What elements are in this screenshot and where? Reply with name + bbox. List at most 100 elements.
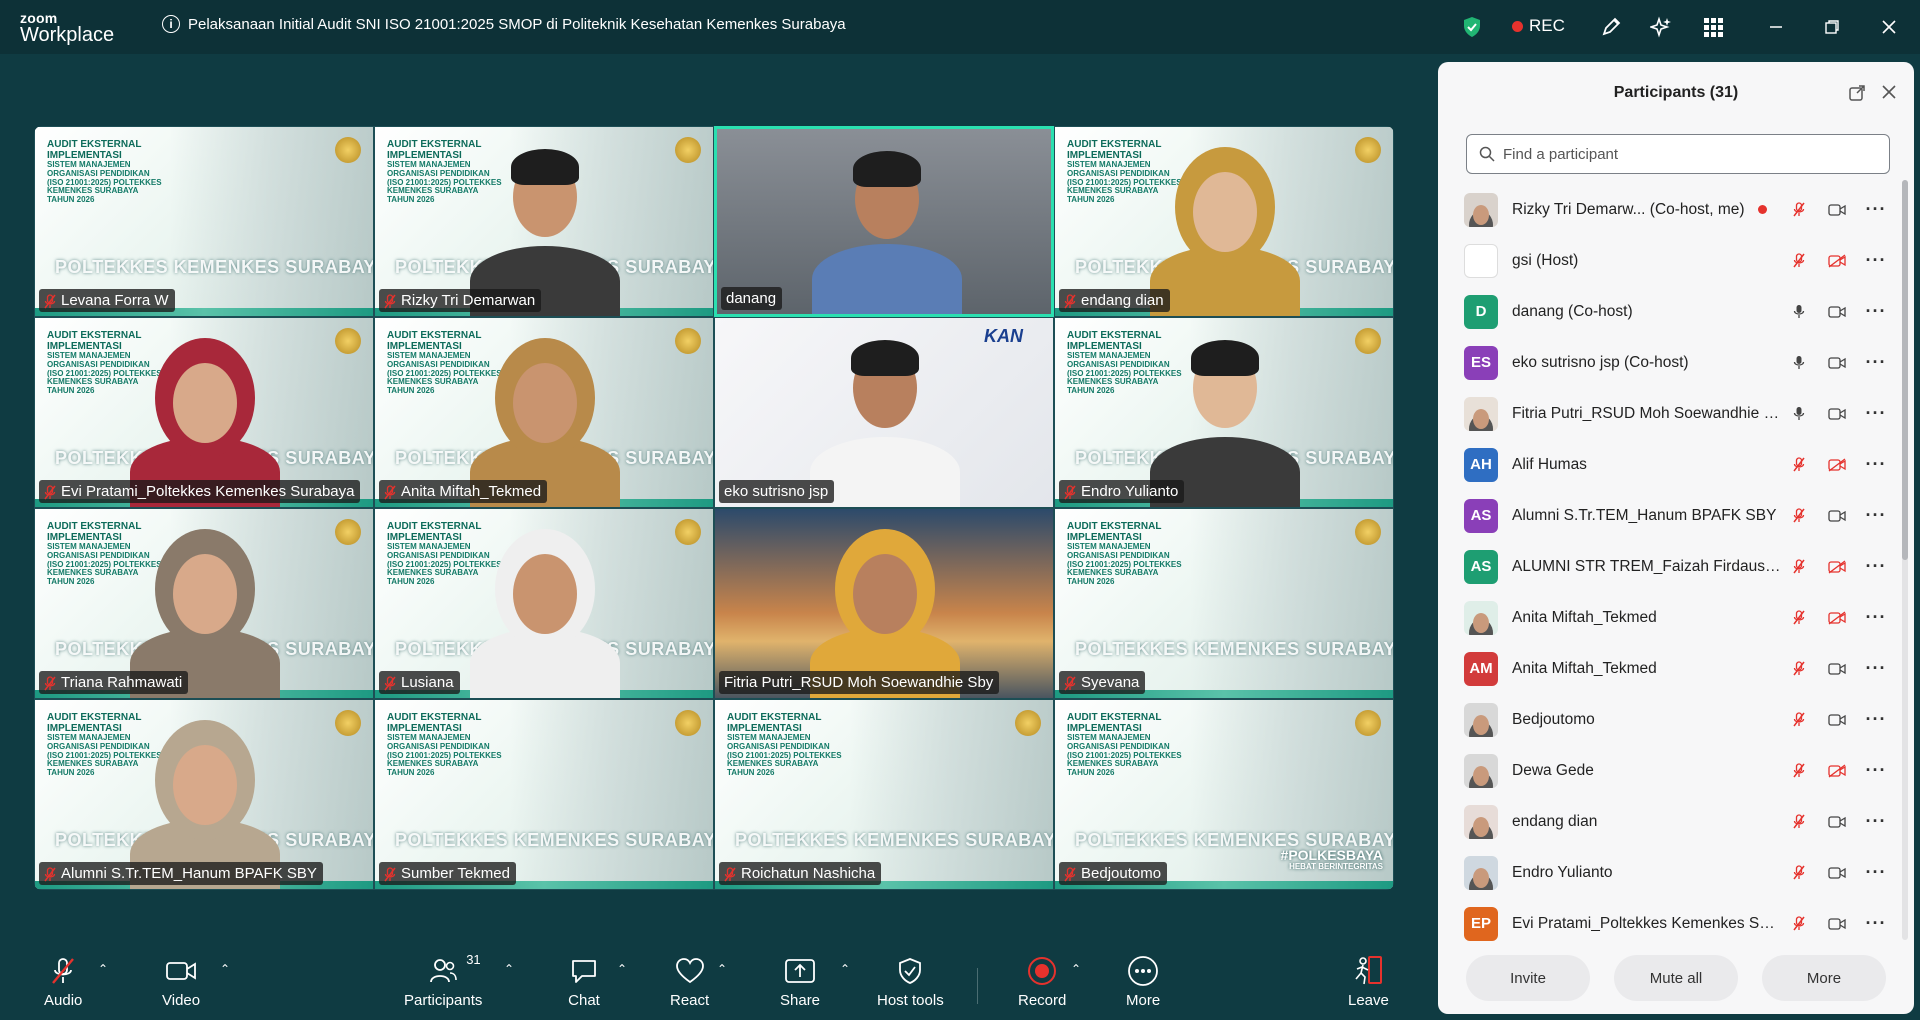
encryption-shield-icon[interactable] [1462, 16, 1482, 38]
more-dots-icon[interactable]: ··· [1866, 199, 1886, 220]
apps-grid-icon[interactable] [1700, 14, 1726, 40]
more-dots-icon[interactable]: ··· [1866, 403, 1886, 424]
participant-list-scrollbar[interactable] [1902, 180, 1908, 940]
mic-muted-icon[interactable] [1790, 608, 1808, 628]
camera-icon[interactable] [1826, 353, 1848, 373]
restore-icon[interactable] [1819, 14, 1845, 40]
mic-icon[interactable] [1790, 353, 1808, 373]
camera-icon[interactable] [1826, 812, 1848, 832]
more-dots-icon[interactable]: ··· [1866, 250, 1886, 271]
video-button[interactable]: Video [162, 956, 200, 1009]
video-tile[interactable]: AUDIT EKSTERNAL IMPLEMENTASI SISTEM MANAJE… [714, 699, 1054, 890]
camera-icon[interactable] [1826, 863, 1848, 883]
mic-muted-icon[interactable] [1790, 863, 1808, 883]
video-tile[interactable]: AUDIT EKSTERNAL IMPLEMENTASI SISTEM MANAJE… [34, 126, 374, 317]
mic-muted-icon[interactable] [1790, 914, 1808, 934]
react-options-chevron-icon[interactable]: ⌃ [717, 962, 727, 976]
participant-row[interactable]: Endro Yulianto ··· [1438, 847, 1898, 898]
camera-off-icon[interactable] [1826, 251, 1848, 271]
camera-off-icon[interactable] [1826, 608, 1848, 628]
close-panel-icon[interactable] [1880, 83, 1898, 101]
more-dots-icon[interactable]: ··· [1866, 454, 1886, 475]
video-tile[interactable]: Fitria Putri_RSUD Moh Soewandhie Sby [714, 508, 1054, 699]
participant-row[interactable]: AS Alumni S.Tr.TEM_Hanum BPAFK SBY ··· [1438, 490, 1898, 541]
participant-row[interactable]: EP Evi Pratami_Poltekkes Kemenkes Sur... ·… [1438, 898, 1898, 949]
chat-button[interactable]: Chat [567, 956, 601, 1009]
share-button[interactable]: Share [780, 956, 820, 1009]
audio-options-chevron-icon[interactable]: ⌃ [98, 962, 108, 976]
camera-off-icon[interactable] [1826, 761, 1848, 781]
participant-row[interactable]: Fitria Putri_RSUD Moh Soewandhie S... ··· [1438, 388, 1898, 439]
record-options-chevron-icon[interactable]: ⌃ [1071, 962, 1081, 976]
video-tile[interactable]: AUDIT EKSTERNAL IMPLEMENTASI SISTEM MANAJE… [1054, 508, 1394, 699]
more-dots-icon[interactable]: ··· [1866, 352, 1886, 373]
more-dots-icon[interactable]: ··· [1866, 505, 1886, 526]
mic-muted-icon[interactable] [1790, 659, 1808, 679]
participant-row[interactable]: ES eko sutrisno jsp (Co-host) ··· [1438, 337, 1898, 388]
mic-muted-icon[interactable] [1790, 761, 1808, 781]
scrollbar-thumb[interactable] [1902, 180, 1908, 560]
video-tile[interactable]: AUDIT EKSTERNAL IMPLEMENTASI SISTEM MANAJE… [34, 508, 374, 699]
participants-button[interactable]: 31 Participants [404, 952, 482, 1009]
info-icon[interactable]: i [162, 15, 180, 33]
participant-row[interactable]: Anita Miftah_Tekmed ··· [1438, 592, 1898, 643]
video-tile[interactable]: AUDIT EKSTERNAL IMPLEMENTASI SISTEM MANAJE… [374, 317, 714, 508]
participant-row[interactable]: AH Alif Humas ··· [1438, 439, 1898, 490]
video-tile[interactable]: AUDIT EKSTERNAL IMPLEMENTASI SISTEM MANAJE… [374, 699, 714, 890]
video-tile[interactable]: AUDIT EKSTERNAL IMPLEMENTASI SISTEM MANAJE… [1054, 699, 1394, 890]
meeting-info[interactable]: i Pelaksanaan Initial Audit SNI ISO 2100… [162, 15, 846, 33]
more-dots-icon[interactable]: ··· [1866, 607, 1886, 628]
close-window-icon[interactable] [1876, 14, 1902, 40]
share-options-chevron-icon[interactable]: ⌃ [840, 962, 850, 976]
participant-row[interactable]: AS ALUMNI STR TREM_Faizah Firdausi ... ··· [1438, 541, 1898, 592]
camera-icon[interactable] [1826, 710, 1848, 730]
mic-muted-icon[interactable] [1790, 251, 1808, 271]
more-dots-icon[interactable]: ··· [1866, 658, 1886, 679]
mic-muted-icon[interactable] [1790, 812, 1808, 832]
mic-icon[interactable] [1790, 302, 1808, 322]
participant-row[interactable]: Ddanang (Co-host) ··· [1438, 286, 1898, 337]
camera-off-icon[interactable] [1826, 455, 1848, 475]
more-dots-icon[interactable]: ··· [1866, 760, 1886, 781]
mic-icon[interactable] [1790, 404, 1808, 424]
more-dots-icon[interactable]: ··· [1866, 862, 1886, 883]
annotate-pen-icon[interactable] [1598, 14, 1624, 40]
video-tile[interactable]: AUDIT EKSTERNAL IMPLEMENTASI SISTEM MANAJE… [374, 126, 714, 317]
react-button[interactable]: React [670, 956, 709, 1009]
video-tile[interactable]: AUDIT EKSTERNAL IMPLEMENTASI SISTEM MANAJE… [1054, 126, 1394, 317]
more-dots-icon[interactable]: ··· [1866, 811, 1886, 832]
video-tile[interactable]: danang [714, 126, 1054, 317]
participant-row[interactable]: Rizky Tri Demarw... (Co-host, me) ··· [1438, 184, 1898, 235]
camera-icon[interactable] [1826, 200, 1848, 220]
audio-button[interactable]: Audio [44, 956, 82, 1009]
invite-button[interactable]: Invite [1466, 955, 1590, 1001]
participants-options-chevron-icon[interactable]: ⌃ [504, 962, 514, 976]
camera-icon[interactable] [1826, 659, 1848, 679]
chat-options-chevron-icon[interactable]: ⌃ [617, 962, 627, 976]
camera-icon[interactable] [1826, 914, 1848, 934]
participant-row[interactable]: Bedjoutomo ··· [1438, 694, 1898, 745]
more-dots-icon[interactable]: ··· [1866, 709, 1886, 730]
video-tile[interactable]: AUDIT EKSTERNAL IMPLEMENTASI SISTEM MANAJE… [34, 317, 374, 508]
record-button[interactable]: Record [1018, 956, 1066, 1009]
participant-row[interactable]: Dewa Gede ··· [1438, 745, 1898, 796]
ai-companion-sparkle-icon[interactable] [1648, 14, 1674, 40]
video-options-chevron-icon[interactable]: ⌃ [220, 962, 230, 976]
video-tile[interactable]: KAN eko sutrisno jsp [714, 317, 1054, 508]
host-tools-button[interactable]: Host tools [877, 956, 944, 1009]
minimize-icon[interactable] [1763, 14, 1789, 40]
more-options-button[interactable]: More [1762, 955, 1886, 1001]
mic-muted-icon[interactable] [1790, 710, 1808, 730]
video-tile[interactable]: AUDIT EKSTERNAL IMPLEMENTASI SISTEM MANAJE… [34, 699, 374, 890]
video-tile[interactable]: AUDIT EKSTERNAL IMPLEMENTASI SISTEM MANAJE… [374, 508, 714, 699]
participant-search-input[interactable]: Find a participant [1466, 134, 1890, 174]
recording-indicator[interactable]: REC [1512, 16, 1565, 36]
participant-row[interactable]: endang dian ··· [1438, 796, 1898, 847]
video-tile[interactable]: AUDIT EKSTERNAL IMPLEMENTASI SISTEM MANAJE… [1054, 317, 1394, 508]
participant-row[interactable]: gsi (Host) ··· [1438, 235, 1898, 286]
more-dots-icon[interactable]: ··· [1866, 556, 1886, 577]
camera-icon[interactable] [1826, 302, 1848, 322]
pop-out-icon[interactable] [1848, 84, 1866, 102]
participant-row[interactable]: AM Anita Miftah_Tekmed ··· [1438, 643, 1898, 694]
mute-all-button[interactable]: Mute all [1614, 955, 1738, 1001]
